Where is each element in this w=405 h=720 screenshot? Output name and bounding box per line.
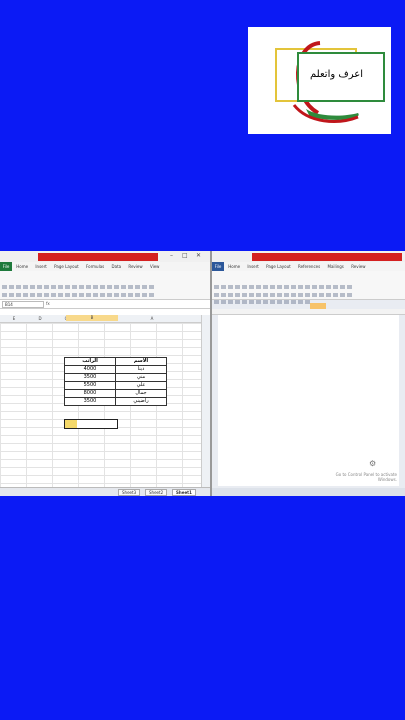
close-icon[interactable]: ✕ <box>196 252 201 259</box>
table-cell[interactable]: 4000 <box>64 365 116 374</box>
table-cell[interactable]: 3500 <box>64 373 116 382</box>
table-row: 3500 راضيني <box>64 397 167 406</box>
excel-menu-data[interactable]: Data <box>112 264 122 269</box>
table-header-row: الراتب الاسم <box>64 357 167 366</box>
logo-graphic <box>275 41 385 123</box>
fx-icon[interactable]: fx <box>46 301 50 306</box>
table-header-cell[interactable]: الاسم <box>115 357 167 366</box>
selected-cell[interactable] <box>64 419 118 429</box>
word-file-tab[interactable]: File <box>212 262 224 271</box>
word-ribbon <box>212 271 405 309</box>
column-header-active[interactable]: B <box>66 315 118 321</box>
ribbon-row-1 <box>2 274 208 289</box>
word-menu-home[interactable]: Home <box>228 264 240 269</box>
table-cell[interactable]: مني <box>115 373 167 382</box>
sheet-tab[interactable]: Sheet2 <box>145 489 168 496</box>
table-row: 8000 جمال <box>64 389 167 398</box>
excel-menu-insert[interactable]: Insert <box>35 264 46 269</box>
word-menu-mailings[interactable]: Mailings <box>328 264 344 269</box>
windows-activation-icon: ⚙ <box>369 459 377 468</box>
ribbon-row-2 <box>2 282 208 297</box>
excel-menu-home[interactable]: Home <box>16 264 28 269</box>
table-row: 4000 دينا <box>64 365 167 374</box>
table-cell[interactable]: راضيني <box>115 397 167 406</box>
sheet-tab[interactable]: Sheet3 <box>118 489 141 496</box>
excel-title-bar: – □ ✕ <box>0 251 210 262</box>
desktop-screenshot: – □ ✕ File Home Insert Page Layout Formu… <box>0 251 405 496</box>
column-header[interactable]: A <box>140 316 164 321</box>
row-headers <box>201 315 210 488</box>
table-row: 5500 علي <box>64 381 167 390</box>
word-menu-review[interactable]: Review <box>351 264 365 269</box>
excel-title-highlight <box>38 253 158 261</box>
selected-cell-highlight <box>65 420 77 428</box>
excel-menu-bar: File Home Insert Page Layout Formulas Da… <box>0 262 210 271</box>
word-menu-bar: File Home Insert Page Layout References … <box>212 262 405 271</box>
ribbon-row-1 <box>214 274 403 289</box>
logo-text: اعرف واتعلم <box>310 69 363 80</box>
table-header-cell[interactable]: الراتب <box>64 357 116 366</box>
ribbon-row-3 <box>214 289 403 304</box>
word-window: File Home Insert Page Layout References … <box>212 251 405 496</box>
ribbon-row-2 <box>214 282 403 297</box>
column-header[interactable]: D <box>28 316 52 321</box>
name-box[interactable]: B14 <box>2 301 44 308</box>
table-cell[interactable]: 5500 <box>64 381 116 390</box>
ribbon-row-3 <box>2 289 208 304</box>
column-header[interactable]: E <box>2 316 26 321</box>
minimize-icon[interactable]: – <box>170 252 173 259</box>
salary-table: الراتب الاسم 4000 دينا 3500 مني 5500 علي… <box>64 357 167 406</box>
table-row: 3500 مني <box>64 373 167 382</box>
table-cell[interactable]: دينا <box>115 365 167 374</box>
maximize-icon[interactable]: □ <box>182 252 188 259</box>
channel-logo: اعرف واتعلم <box>248 27 391 134</box>
excel-menu-view[interactable]: View <box>150 264 160 269</box>
excel-ribbon <box>0 271 210 304</box>
word-menu-insert[interactable]: Insert <box>247 264 258 269</box>
word-status-bar <box>212 488 405 496</box>
formula-bar: B14 fx <box>0 300 210 309</box>
table-cell[interactable]: جمال <box>115 389 167 398</box>
watermark-line: Windows. <box>377 477 397 482</box>
word-title-highlight <box>252 253 402 261</box>
excel-menu-page-layout[interactable]: Page Layout <box>54 264 79 269</box>
word-menu-page-layout[interactable]: Page Layout <box>266 264 291 269</box>
excel-menu-formulas[interactable]: Formulas <box>86 264 104 269</box>
word-title-bar <box>212 251 405 262</box>
excel-file-tab[interactable]: File <box>0 262 12 271</box>
excel-menu-review[interactable]: Review <box>128 264 142 269</box>
word-menu-references[interactable]: References <box>298 264 320 269</box>
sheet-tabs: Sheet3 Sheet2 Sheet1 <box>0 487 210 496</box>
sheet-tab-active[interactable]: Sheet1 <box>172 489 196 496</box>
table-cell[interactable]: علي <box>115 381 167 390</box>
activation-watermark: Go to Control Panel to activate Windows. <box>336 472 397 482</box>
column-headers: E D C B A <box>0 315 202 323</box>
table-cell[interactable]: 8000 <box>64 389 116 398</box>
table-cell[interactable]: 3500 <box>64 397 116 406</box>
excel-window: – □ ✕ File Home Insert Page Layout Formu… <box>0 251 212 496</box>
